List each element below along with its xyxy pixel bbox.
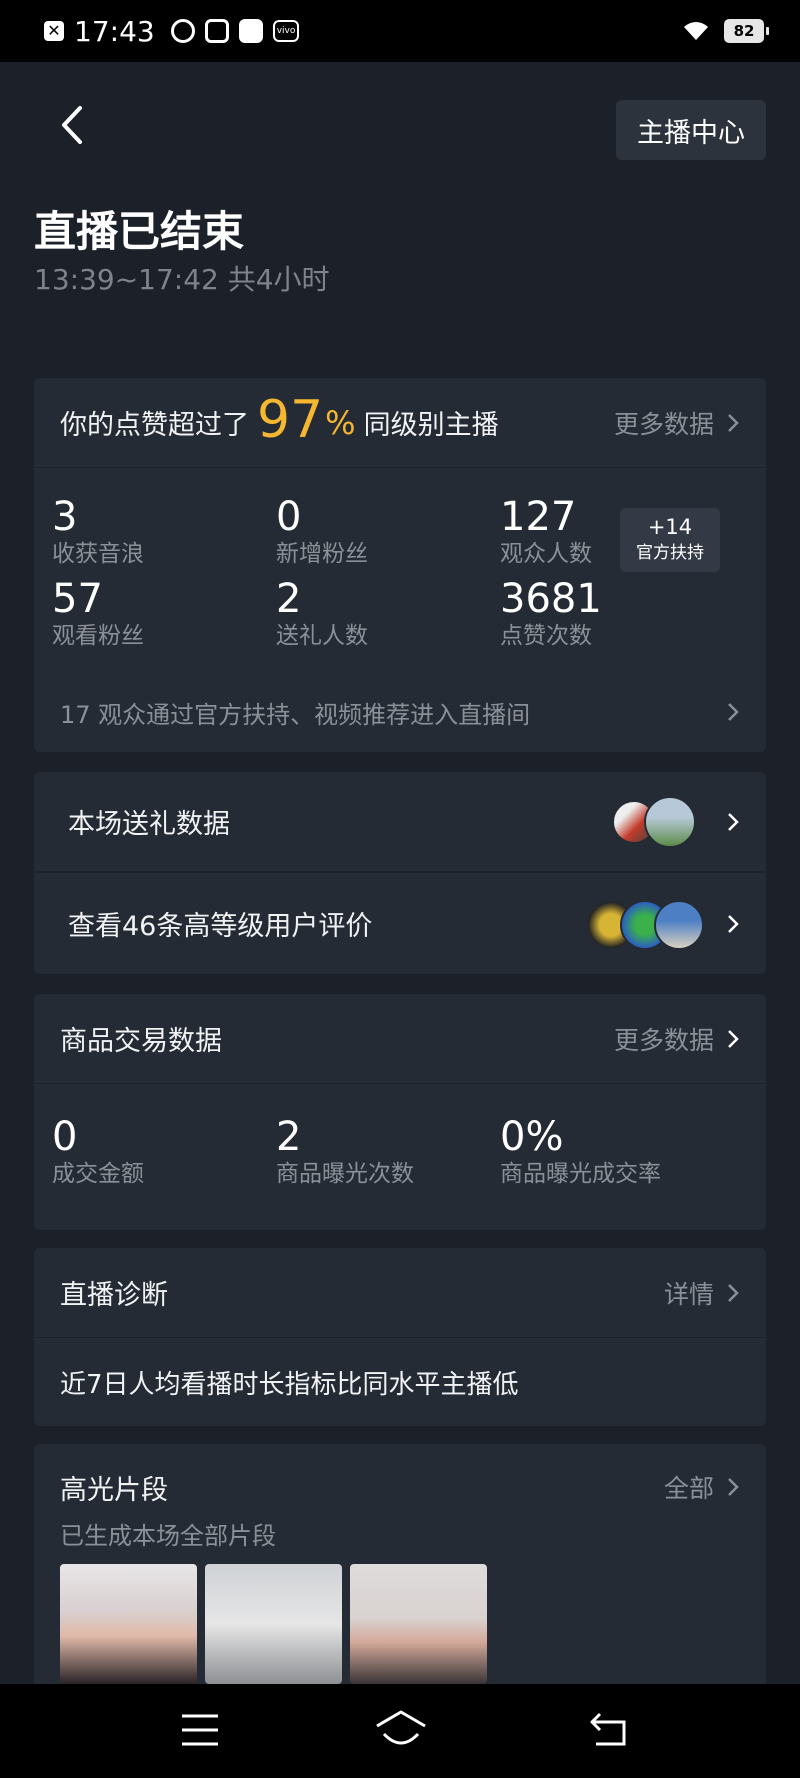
diagnosis-header[interactable]: 直播诊断 详情 xyxy=(34,1248,766,1338)
diagnosis-title: 直播诊断 xyxy=(60,1280,168,1311)
trade-stats-grid: 0 成交金额 2 商品曝光次数 0% 商品曝光成交率 xyxy=(34,1084,766,1188)
chevron-right-icon xyxy=(728,812,739,831)
stat-label: 观看粉丝 xyxy=(52,623,144,649)
highlights-subtitle: 已生成本场全部片段 xyxy=(60,1522,276,1550)
stat-item: 2 送礼人数 xyxy=(276,576,500,650)
stat-label: 收获音浪 xyxy=(52,541,144,567)
support-count: +14 xyxy=(647,515,693,539)
stat-value: 2 xyxy=(276,576,302,622)
status-bar: ✕ 17:43 vivo 82 xyxy=(0,0,800,62)
page-title: 直播已结束 xyxy=(34,207,245,256)
stat-value: 3681 xyxy=(500,576,602,622)
trade-data-card: 商品交易数据 更多数据 0 成交金额 2 商品曝光次数 0% 商品曝光成交率 xyxy=(34,994,766,1230)
audience-source-text: 17 观众通过官方扶持、视频推荐进入直播间 xyxy=(60,700,531,729)
details-link[interactable]: 详情 xyxy=(664,1275,740,1311)
more-data-link[interactable]: 更多数据 xyxy=(614,405,740,441)
stat-label: 成交金额 xyxy=(52,1161,144,1187)
chevron-right-icon xyxy=(728,1029,739,1048)
stat-value: 0 xyxy=(52,1114,78,1160)
live-duration: 13:39~17:42 共4小时 xyxy=(34,263,330,296)
support-label: 官方扶持 xyxy=(636,543,704,563)
diagnosis-text: 近7日人均看播时长指标比同水平主播低 xyxy=(60,1369,519,1400)
stat-value: 2 xyxy=(276,1114,302,1160)
highlight-clip-thumbnail[interactable] xyxy=(350,1564,487,1684)
likes-rank-percent-sign: % xyxy=(325,403,356,442)
stat-label: 商品曝光次数 xyxy=(276,1161,414,1187)
stat-item: 2 商品曝光次数 xyxy=(276,1114,500,1188)
status-time: 17:43 xyxy=(74,14,155,48)
chevron-right-icon xyxy=(728,1283,739,1302)
likes-rank-row[interactable]: 你的点赞超过了 97 % 同级别主播 更多数据 xyxy=(34,378,766,468)
official-support-badge[interactable]: +14 官方扶持 xyxy=(620,508,720,572)
close-notification-icon: ✕ xyxy=(44,21,64,41)
chevron-right-icon xyxy=(728,413,739,432)
gift-avatars xyxy=(608,794,704,850)
gift-data-row[interactable]: 本场送礼数据 xyxy=(34,772,766,873)
likes-rank-percent: 97 xyxy=(257,389,324,450)
live-stats-card: 你的点赞超过了 97 % 同级别主播 更多数据 3 收获音浪 0 新增粉丝 127 观… xyxy=(34,378,766,752)
more-data-link[interactable]: 更多数据 xyxy=(614,1021,740,1057)
details-label: 详情 xyxy=(663,1279,714,1309)
more-data-label: 更多数据 xyxy=(613,409,714,439)
avatar xyxy=(654,899,704,950)
stat-item: 0 新增粉丝 xyxy=(276,494,500,568)
likes-rank-suffix: 同级别主播 xyxy=(363,410,499,441)
back-icon[interactable] xyxy=(588,1710,630,1750)
stat-value: 57 xyxy=(52,576,103,622)
diagnosis-card: 直播诊断 详情 近7日人均看播时长指标比同水平主播低 xyxy=(34,1248,766,1426)
stat-item: 0% 商品曝光成交率 xyxy=(500,1114,724,1188)
home-icon[interactable] xyxy=(374,1708,428,1750)
stat-item: 0 成交金额 xyxy=(52,1114,276,1188)
stat-item: 3681 点赞次数 xyxy=(500,576,724,650)
wifi-icon xyxy=(684,22,708,40)
trade-data-title: 商品交易数据 xyxy=(60,1026,222,1057)
reviewer-avatars xyxy=(586,896,712,952)
stat-value: 0 xyxy=(276,494,302,540)
back-arrow-icon[interactable] xyxy=(52,100,92,150)
chevron-right-icon xyxy=(728,703,739,721)
audience-source-row[interactable]: 17 观众通过官方扶持、视频推荐进入直播间 xyxy=(34,672,766,752)
anchor-center-button[interactable]: 主播中心 xyxy=(616,100,766,160)
system-navigation-bar xyxy=(0,1684,800,1778)
stat-label: 新增粉丝 xyxy=(276,541,368,567)
highlight-clip-thumbnail[interactable] xyxy=(60,1564,197,1684)
highlights-title: 高光片段 xyxy=(60,1474,168,1506)
view-all-link[interactable]: 全部 xyxy=(664,1469,740,1505)
avatar xyxy=(644,795,696,848)
chevron-right-icon xyxy=(728,1478,739,1496)
more-data-label: 更多数据 xyxy=(613,1025,714,1055)
video-notification-icon xyxy=(204,19,229,43)
stat-value: 3 xyxy=(52,494,78,540)
chevron-right-icon xyxy=(728,914,739,933)
stat-label: 送礼人数 xyxy=(276,623,368,649)
app-notification-icon xyxy=(170,19,195,43)
highlight-clip-thumbnail[interactable] xyxy=(205,1564,342,1684)
menu-icon[interactable] xyxy=(180,1712,220,1748)
vivo-notification-icon: vivo xyxy=(272,20,300,42)
highlights-card: 高光片段 全部 已生成本场全部片段 xyxy=(34,1444,766,1684)
gift-data-label: 本场送礼数据 xyxy=(68,809,230,840)
gift-card: 本场送礼数据 查看46条高等级用户评价 xyxy=(34,772,766,974)
stat-value: 0% xyxy=(500,1114,564,1160)
diagnosis-text-row: 近7日人均看播时长指标比同水平主播低 xyxy=(34,1338,766,1426)
user-reviews-label: 查看46条高等级用户评价 xyxy=(68,911,373,942)
trade-data-header[interactable]: 商品交易数据 更多数据 xyxy=(34,994,766,1084)
user-reviews-row[interactable]: 查看46条高等级用户评价 xyxy=(34,873,766,974)
battery-icon: 82 xyxy=(724,19,769,43)
stat-label: 商品曝光成交率 xyxy=(500,1161,661,1187)
stat-item: 3 收获音浪 xyxy=(52,494,276,568)
likes-rank-prefix: 你的点赞超过了 xyxy=(60,410,249,441)
stat-item: 57 观看粉丝 xyxy=(52,576,276,650)
stat-label: 点赞次数 xyxy=(500,623,592,649)
view-all-label: 全部 xyxy=(663,1474,714,1503)
app-notification-icon xyxy=(238,19,263,43)
